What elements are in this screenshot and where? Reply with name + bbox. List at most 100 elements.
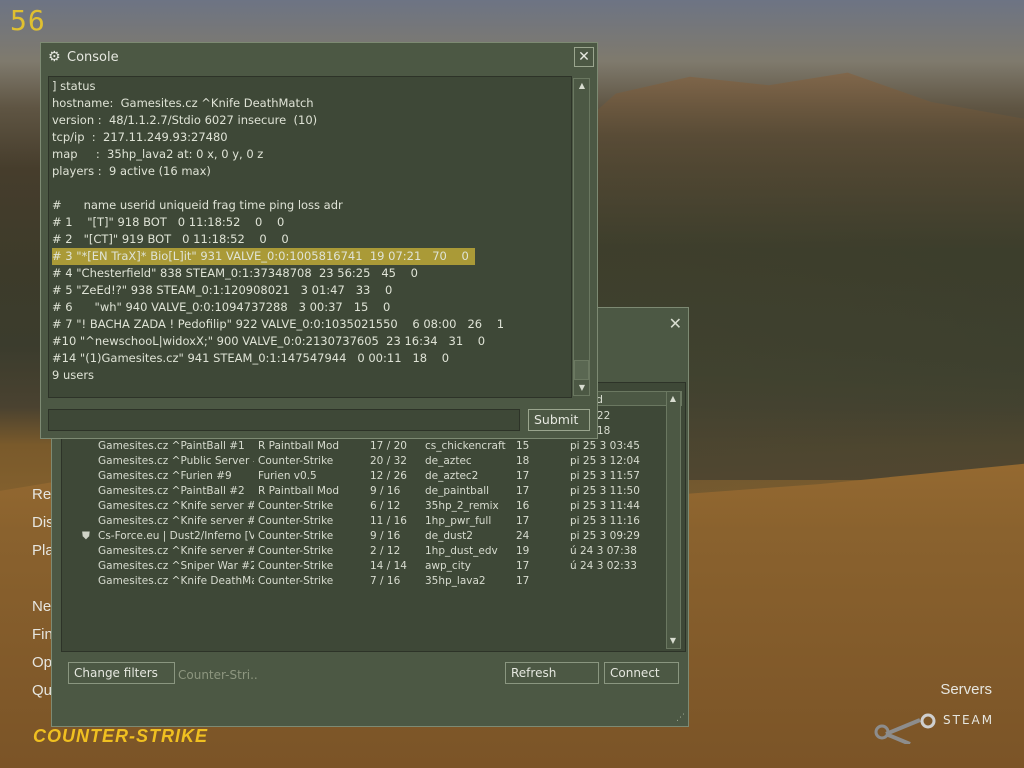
cell-players: 6 / 12 bbox=[370, 500, 401, 512]
cell-latency: 16 bbox=[516, 500, 530, 512]
cell-players: 12 / 26 bbox=[370, 470, 407, 482]
main-menu-item-quit[interactable]: Qu bbox=[32, 682, 52, 699]
cell-name: Gamesites.cz ^Public Server #5 bbox=[98, 455, 254, 467]
console-line: hostname: Gamesites.cz ^Knife DeathMatch bbox=[52, 96, 314, 110]
cell-game: Counter-Strike bbox=[258, 500, 334, 512]
console-line: players : 9 active (16 max) bbox=[52, 164, 211, 178]
table-row[interactable]: Gamesites.cz ^PaintBall #1 R Paintball Mo… bbox=[62, 439, 652, 454]
cell-last-played: ú 24 3 07:38 bbox=[570, 545, 637, 557]
console-line: # 1 "[T]" 918 BOT 0 11:18:52 0 0 bbox=[52, 215, 285, 229]
connect-button[interactable]: Connect bbox=[604, 662, 679, 684]
cell-game: Counter-Strike bbox=[258, 455, 334, 467]
table-row[interactable]: Gamesites.cz ^Sniper War #2 Counter-Strik… bbox=[62, 559, 652, 574]
console-line: tcp/ip : 217.11.249.93:27480 bbox=[52, 130, 228, 144]
cell-game: Counter-Strike bbox=[258, 575, 334, 587]
console-line: map : 35hp_lava2 at: 0 x, 0 y, 0 z bbox=[52, 147, 264, 161]
counter-strike-logo: COUNTER-STRIKE bbox=[33, 726, 208, 746]
table-row[interactable]: Gamesites.cz ^Knife server #2 Counter-Str… bbox=[62, 544, 652, 559]
table-row[interactable]: Gamesites.cz ^Knife DeathMatch Counter-St… bbox=[62, 574, 652, 589]
cell-map: 1hp_pwr_full bbox=[425, 515, 492, 527]
cell-game: Counter-Strike bbox=[258, 515, 334, 527]
scroll-up-icon[interactable]: ▲ bbox=[666, 394, 680, 403]
cell-latency: 18 bbox=[516, 455, 530, 467]
cell-latency: 17 bbox=[516, 470, 530, 482]
console-input[interactable] bbox=[48, 409, 520, 431]
console-line: # 6 "wh" 940 VALVE_0:0:1094737288 3 00:3… bbox=[52, 300, 391, 314]
cell-game: Counter-Strike bbox=[258, 545, 334, 557]
cell-map: de_aztec2 bbox=[425, 470, 479, 482]
table-row[interactable]: Gamesites.cz ^Knife server #1 Counter-Str… bbox=[62, 514, 652, 529]
cell-last-played: pi 25 3 09:29 bbox=[570, 530, 640, 542]
cell-name: Gamesites.cz ^Knife DeathMatch bbox=[98, 575, 254, 587]
cell-latency: 24 bbox=[516, 530, 530, 542]
console-window: ⚙ Console ✕ ] status hostname: Gamesites.… bbox=[40, 42, 598, 439]
fps-counter: 56 bbox=[10, 4, 46, 37]
filter-summary: Counter-Stri.. bbox=[178, 668, 258, 682]
cell-map: awp_city bbox=[425, 560, 471, 572]
submit-button[interactable]: Submit bbox=[528, 409, 590, 431]
table-row[interactable]: Gamesites.cz ^PaintBall #2 R Paintball Mo… bbox=[62, 484, 652, 499]
cell-players: 17 / 20 bbox=[370, 440, 407, 452]
cell-players: 20 / 32 bbox=[370, 455, 407, 467]
cell-map: 1hp_dust_edv bbox=[425, 545, 498, 557]
console-line: # 7 "! BACHA ZADA ! Pedofilip" 922 VALVE… bbox=[52, 317, 505, 331]
console-line: #10 "^newschooL|widoxX;" 900 VALVE_0:0:2… bbox=[52, 334, 486, 348]
main-menu-item-find-servers[interactable]: Fin bbox=[32, 626, 53, 643]
scroll-down-icon[interactable]: ▼ bbox=[666, 636, 680, 645]
console-close-button[interactable]: ✕ bbox=[574, 47, 594, 67]
console-line: # name userid uniqueid frag time ping lo… bbox=[52, 198, 343, 212]
main-menu-item-new-game[interactable]: Ne bbox=[32, 598, 51, 615]
cell-game: R Paintball Mod bbox=[258, 440, 340, 452]
cell-map: cs_chickencraft bbox=[425, 440, 506, 452]
scroll-down-icon[interactable]: ▼ bbox=[575, 383, 589, 392]
cell-players: 9 / 16 bbox=[370, 485, 401, 497]
cell-name: Gamesites.cz ^Knife server #1 bbox=[98, 515, 254, 527]
cell-players: 2 / 12 bbox=[370, 545, 401, 557]
cell-latency: 17 bbox=[516, 515, 530, 527]
cell-map: de_paintball bbox=[425, 485, 490, 497]
cell-map: 35hp_lava2 bbox=[425, 575, 486, 587]
cell-last-played: pi 25 3 12:04 bbox=[570, 455, 640, 467]
console-scrollbar[interactable] bbox=[573, 78, 590, 396]
cell-name: Gamesites.cz ^PaintBall #2 bbox=[98, 485, 245, 497]
table-row[interactable]: Gamesites.cz ^Furien #9 Furien v0.5 12 / 2… bbox=[62, 469, 652, 484]
cell-players: 14 / 14 bbox=[370, 560, 407, 572]
cell-players: 9 / 16 bbox=[370, 530, 401, 542]
console-line: # 5 "ZeEd!?" 938 STEAM_0:1:120908021 3 0… bbox=[52, 283, 393, 297]
cell-last-played: ú 24 3 02:33 bbox=[570, 560, 637, 572]
cell-game: Counter-Strike bbox=[258, 560, 334, 572]
cell-players: 7 / 16 bbox=[370, 575, 401, 587]
console-line: version : 48/1.1.2.7/Stdio 6027 insecure… bbox=[52, 113, 318, 127]
cell-name: Gamesites.cz ^PaintBall #1 bbox=[98, 440, 245, 452]
cell-latency: 19 bbox=[516, 545, 530, 557]
server-list-scrollbar[interactable] bbox=[666, 391, 681, 649]
change-filters-button[interactable]: Change filters bbox=[68, 662, 175, 684]
cell-game: R Paintball Mod bbox=[258, 485, 340, 497]
console-scroll-thumb[interactable] bbox=[574, 360, 589, 380]
console-line: # 3 "*[EN TraX]* Bio[L]it" 931 VALVE_0:0… bbox=[52, 248, 475, 265]
cell-name: Gamesites.cz ^Sniper War #2 bbox=[98, 560, 254, 572]
table-row[interactable]: ⛊ Cs-Force.eu | Dust2/Inferno [V... Counte… bbox=[62, 529, 652, 544]
cell-name: Gamesites.cz ^Furien #9 bbox=[98, 470, 232, 482]
console-line: # 4 "Chesterfield" 838 STEAM_0:1:3734870… bbox=[52, 266, 418, 280]
table-row[interactable]: Gamesites.cz ^Public Server #5 Counter-St… bbox=[62, 454, 652, 469]
cell-last-played: pi 25 3 11:57 bbox=[570, 470, 640, 482]
refresh-button[interactable]: Refresh bbox=[505, 662, 599, 684]
scroll-up-icon[interactable]: ▲ bbox=[575, 81, 589, 90]
servers-taskbar-label[interactable]: Servers bbox=[940, 681, 992, 698]
main-menu-item-options[interactable]: Op bbox=[32, 654, 52, 671]
cell-latency: 17 bbox=[516, 560, 530, 572]
close-icon[interactable]: ✕ bbox=[669, 314, 682, 333]
cell-last-played: pi 25 3 11:44 bbox=[570, 500, 640, 512]
cell-name: Cs-Force.eu | Dust2/Inferno [V... bbox=[98, 530, 254, 542]
cell-game: Counter-Strike bbox=[258, 530, 334, 542]
steam-label: STEAM bbox=[943, 713, 995, 727]
steam-icon: ⚙ bbox=[48, 49, 61, 65]
cell-game: Furien v0.5 bbox=[258, 470, 317, 482]
cell-name: Gamesites.cz ^Knife server #2 bbox=[98, 545, 254, 557]
cell-last-played: pi 25 3 11:50 bbox=[570, 485, 640, 497]
cell-name: Gamesites.cz ^Knife server #3 bbox=[98, 500, 254, 512]
main-menu-item-resume[interactable]: Re bbox=[32, 486, 51, 503]
table-row[interactable]: Gamesites.cz ^Knife server #3 Counter-Str… bbox=[62, 499, 652, 514]
resize-grip-icon[interactable]: ⋰ bbox=[676, 713, 685, 723]
